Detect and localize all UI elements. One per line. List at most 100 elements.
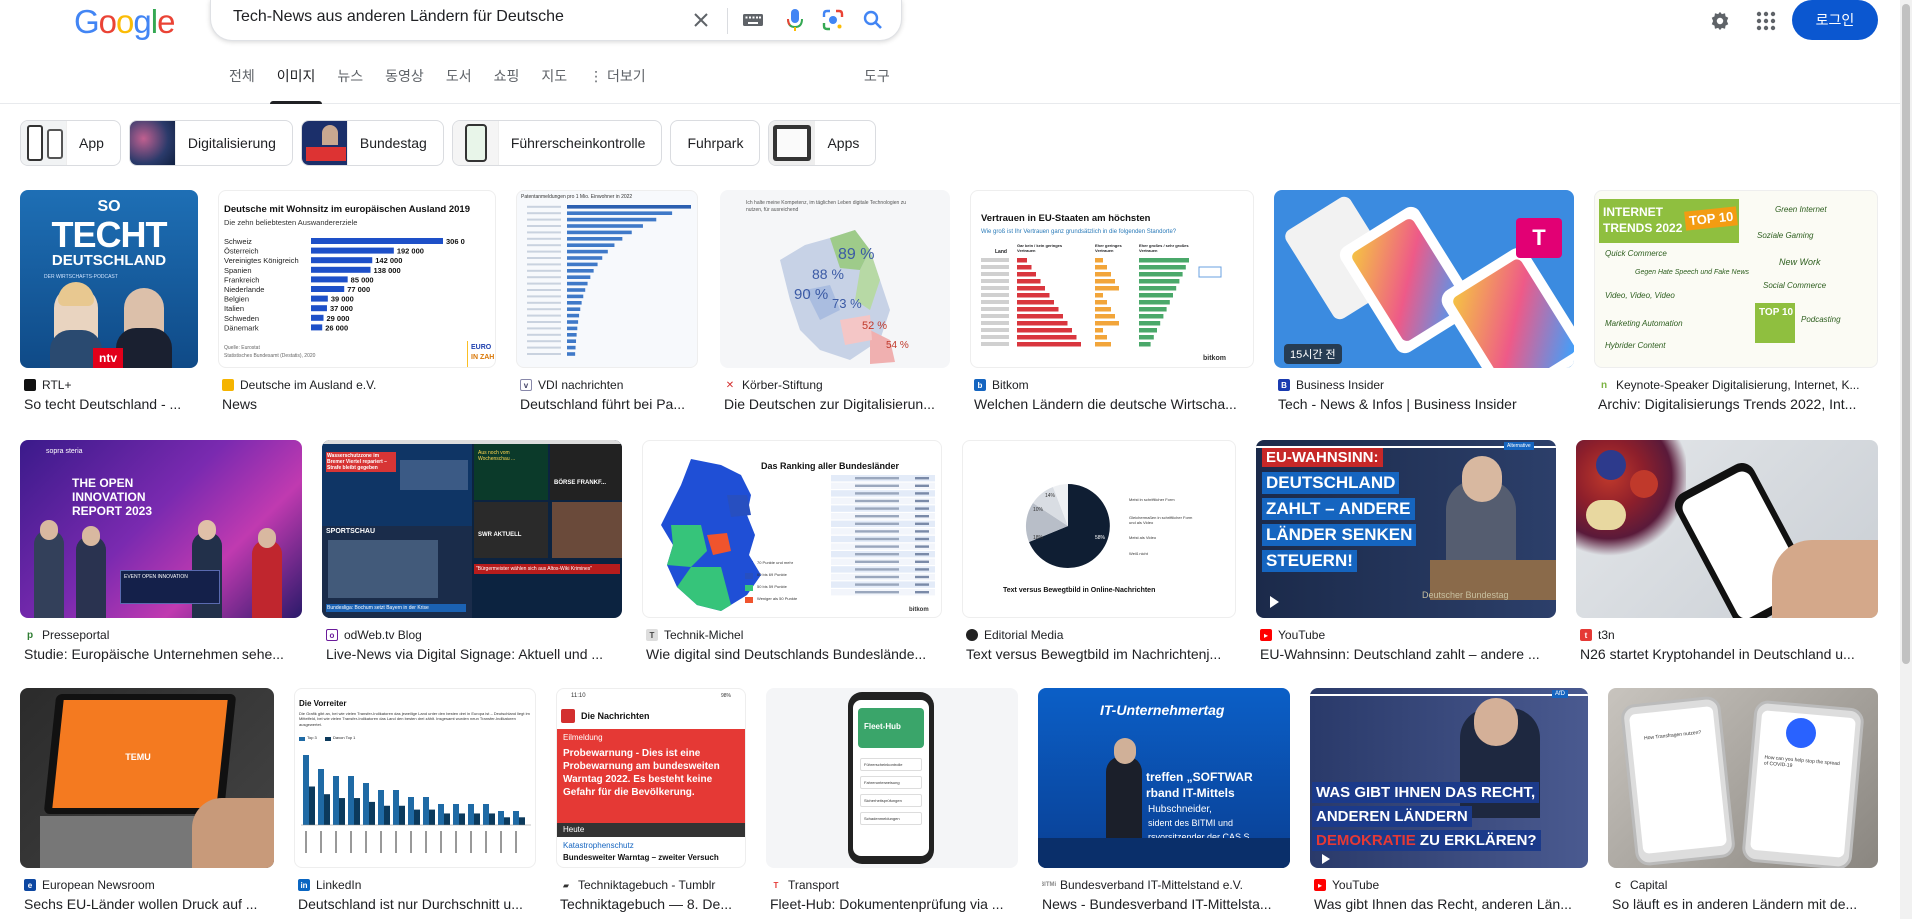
- image-result[interactable]: AfD WAS GIBT IHNEN DAS RECHT, ANDEREN LÄ…: [1310, 688, 1588, 919]
- result-title[interactable]: N26 startet Kryptohandel in Deutschland …: [1580, 646, 1878, 662]
- image-result[interactable]: Die Vorreiter Die Grafik gibt an, bei wi…: [294, 688, 536, 919]
- tab-videos[interactable]: 동영상: [374, 66, 435, 104]
- image-result[interactable]: IT-Unternehmertag treffen „SOFTWAR rband…: [1038, 688, 1290, 919]
- search-box[interactable]: Tech-News aus anderen Ländern für Deutsc…: [210, 0, 902, 41]
- google-logo[interactable]: Google: [74, 2, 175, 42]
- result-source[interactable]: ▸ YouTube: [1260, 628, 1556, 642]
- result-source[interactable]: b Bitkom: [974, 378, 1254, 392]
- result-thumbnail[interactable]: Die Vorreiter Die Grafik gibt an, bei wi…: [294, 688, 536, 868]
- result-source[interactable]: BITMiBundesverband IT-Mittelstand e.V.: [1042, 878, 1290, 892]
- tab-shopping[interactable]: 쇼핑: [483, 66, 531, 104]
- result-source[interactable]: Deutsche im Ausland e.V.: [222, 378, 496, 392]
- result-source[interactable]: v VDI nachrichten: [520, 378, 698, 392]
- result-source[interactable]: ▰ Techniktagebuch - Tumblr: [560, 878, 746, 892]
- search-icon[interactable]: [859, 6, 887, 34]
- image-result[interactable]: Vertrauen in EU-Staaten am höchsten Wie …: [970, 190, 1254, 420]
- result-thumbnail[interactable]: Wasserschutzzone im Bremer Viertel repar…: [322, 440, 622, 618]
- result-title[interactable]: Fleet-Hub: Dokumentenprüfung via ...: [770, 896, 1018, 912]
- result-title[interactable]: Deutschland führt bei Pa...: [520, 396, 698, 412]
- tools-button[interactable]: 도구: [864, 66, 890, 86]
- result-thumbnail[interactable]: TEMU: [20, 688, 274, 868]
- result-source[interactable]: ▸ YouTube: [1314, 878, 1588, 892]
- result-source[interactable]: B Business Insider: [1278, 378, 1574, 392]
- result-source[interactable]: p Presseportal: [24, 628, 302, 642]
- result-source[interactable]: Editorial Media: [966, 628, 1236, 642]
- tab-more[interactable]: ⋮ 더보기: [578, 66, 657, 104]
- result-thumbnail[interactable]: 14% 10% 18% 58% Meist in schriftlicher F…: [962, 440, 1236, 618]
- image-result[interactable]: SO TECHT DEUTSCHLAND DER WIRTSCHAFTS-POD…: [20, 190, 198, 420]
- login-button[interactable]: 로그인: [1792, 0, 1878, 40]
- tab-all[interactable]: 전체: [218, 66, 266, 104]
- result-thumbnail[interactable]: [1576, 440, 1878, 618]
- lens-icon[interactable]: [819, 6, 847, 34]
- result-title[interactable]: Wie digital sind Deutschlands Bundesländ…: [646, 646, 942, 662]
- result-thumbnail[interactable]: INTERNET TRENDS 2022 TOP 10 Quick Commer…: [1594, 190, 1878, 368]
- result-thumbnail[interactable]: AfD WAS GIBT IHNEN DAS RECHT, ANDEREN LÄ…: [1310, 688, 1588, 868]
- result-thumbnail[interactable]: Deutsche mit Wohnsitz im europäischen Au…: [218, 190, 496, 368]
- result-thumbnail[interactable]: How Transfragen nutzen? How can you help…: [1608, 688, 1878, 868]
- image-result[interactable]: EU-WAHNSINN: DEUTSCHLAND ZAHLT – ANDERE …: [1256, 440, 1556, 670]
- result-thumbnail[interactable]: SO TECHT DEUTSCHLAND DER WIRTSCHAFTS-POD…: [20, 190, 198, 368]
- result-title[interactable]: Tech - News & Infos | Business Insider: [1278, 396, 1574, 412]
- result-title[interactable]: So läuft es in anderen Ländern mit de...: [1612, 896, 1878, 912]
- image-result[interactable]: INTERNET TRENDS 2022 TOP 10 Quick Commer…: [1594, 190, 1878, 420]
- result-title[interactable]: Welchen Ländern die deutsche Wirtscha...: [974, 396, 1254, 412]
- result-title[interactable]: Studie: Europäische Unternehmen sehe...: [24, 646, 302, 662]
- result-thumbnail[interactable]: EU-WAHNSINN: DEUTSCHLAND ZAHLT – ANDERE …: [1256, 440, 1556, 618]
- settings-gear-icon[interactable]: [1706, 7, 1734, 35]
- result-source[interactable]: n Keynote-Speaker Digitalisierung, Intern…: [1598, 378, 1878, 392]
- search-input[interactable]: Tech-News aus anderen Ländern für Deutsc…: [233, 8, 564, 26]
- microphone-icon[interactable]: [781, 6, 809, 34]
- image-result[interactable]: sopra steria THE OPEN INNOVATION REPORT …: [20, 440, 302, 670]
- result-thumbnail[interactable]: 11:10 98% Die Nachrichten Eilmeldung Pro…: [556, 688, 746, 868]
- result-title[interactable]: Archiv: Digitalisierungs Trends 2022, In…: [1598, 396, 1878, 412]
- result-title[interactable]: Text versus Bewegtbild im Nachrichtenj..…: [966, 646, 1236, 662]
- image-result[interactable]: How Transfragen nutzen? How can you help…: [1608, 688, 1878, 919]
- result-source[interactable]: C Capital: [1612, 878, 1878, 892]
- image-result[interactable]: Wasserschutzzone im Bremer Viertel repar…: [322, 440, 622, 670]
- image-result[interactable]: Deutsche mit Wohnsitz im europäischen Au…: [218, 190, 496, 420]
- image-result[interactable]: 14% 10% 18% 58% Meist in schriftlicher F…: [962, 440, 1236, 670]
- chip-app[interactable]: App: [20, 120, 121, 166]
- result-thumbnail[interactable]: Fleet-Hub Führerscheinkontrolle Fahrerun…: [766, 688, 1018, 868]
- apps-grid-icon[interactable]: [1752, 7, 1780, 35]
- image-result[interactable]: Fleet-Hub Führerscheinkontrolle Fahrerun…: [766, 688, 1018, 919]
- result-thumbnail[interactable]: Das Ranking aller Bundesländer 70 Punkte…: [642, 440, 942, 618]
- image-result[interactable]: Patentanmeldungen pro 1 Mio. Einwohner i…: [516, 190, 698, 420]
- keyboard-icon[interactable]: [739, 6, 767, 34]
- clear-icon[interactable]: [687, 6, 715, 34]
- result-title[interactable]: So techt Deutschland - ...: [24, 396, 198, 412]
- result-source[interactable]: t t3n: [1580, 628, 1878, 642]
- result-source[interactable]: RTL+: [24, 378, 198, 392]
- chip-fuehrerscheinkontrolle[interactable]: Führerscheinkontrolle: [451, 120, 663, 166]
- result-thumbnail[interactable]: Patentanmeldungen pro 1 Mio. Einwohner i…: [516, 190, 698, 368]
- result-source[interactable]: e European Newsroom: [24, 878, 274, 892]
- scrollbar-thumb[interactable]: [1902, 4, 1910, 664]
- result-title[interactable]: Sechs EU-Länder wollen Druck auf ...: [24, 896, 274, 912]
- result-thumbnail[interactable]: IT-Unternehmertag treffen „SOFTWAR rband…: [1038, 688, 1290, 868]
- image-result[interactable]: Das Ranking aller Bundesländer 70 Punkte…: [642, 440, 942, 670]
- result-thumbnail[interactable]: Vertrauen in EU-Staaten am höchsten Wie …: [970, 190, 1254, 368]
- chip-bundestag[interactable]: Bundestag: [300, 120, 444, 166]
- result-thumbnail[interactable]: Ich halte meine Kompetenz, im täglichen …: [720, 190, 950, 368]
- tab-images[interactable]: 이미지: [266, 66, 327, 104]
- image-result[interactable]: 11:10 98% Die Nachrichten Eilmeldung Pro…: [556, 688, 746, 919]
- tab-books[interactable]: 도서: [435, 66, 483, 104]
- chip-fuhrpark[interactable]: Fuhrpark: [670, 120, 761, 166]
- result-thumbnail[interactable]: T 15시간 전: [1274, 190, 1574, 368]
- chip-digitalisierung[interactable]: Digitalisierung: [128, 120, 293, 166]
- image-result[interactable]: Ich halte meine Kompetenz, im täglichen …: [720, 190, 950, 420]
- image-result[interactable]: t t3n N26 startet Kryptohandel in Deutsch…: [1576, 440, 1878, 670]
- result-thumbnail[interactable]: sopra steria THE OPEN INNOVATION REPORT …: [20, 440, 302, 618]
- tab-maps[interactable]: 지도: [530, 66, 578, 104]
- result-source[interactable]: ✕ Körber-Stiftung: [724, 378, 950, 392]
- result-title[interactable]: Was gibt Ihnen das Recht, anderen Län...: [1314, 896, 1588, 912]
- result-title[interactable]: News - Bundesverband IT-Mittelsta...: [1042, 896, 1290, 912]
- result-title[interactable]: Die Deutschen zur Digitalisierun...: [724, 396, 950, 412]
- result-source[interactable]: T Transport: [770, 878, 1018, 892]
- result-title[interactable]: Deutschland ist nur Durchschnitt u...: [298, 896, 536, 912]
- result-title[interactable]: EU-Wahnsinn: Deutschland zahlt – andere …: [1260, 646, 1556, 662]
- result-source[interactable]: T Technik-Michel: [646, 628, 942, 642]
- chip-apps[interactable]: Apps: [768, 120, 877, 166]
- result-title[interactable]: Techniktagebuch — 8. De...: [560, 896, 746, 912]
